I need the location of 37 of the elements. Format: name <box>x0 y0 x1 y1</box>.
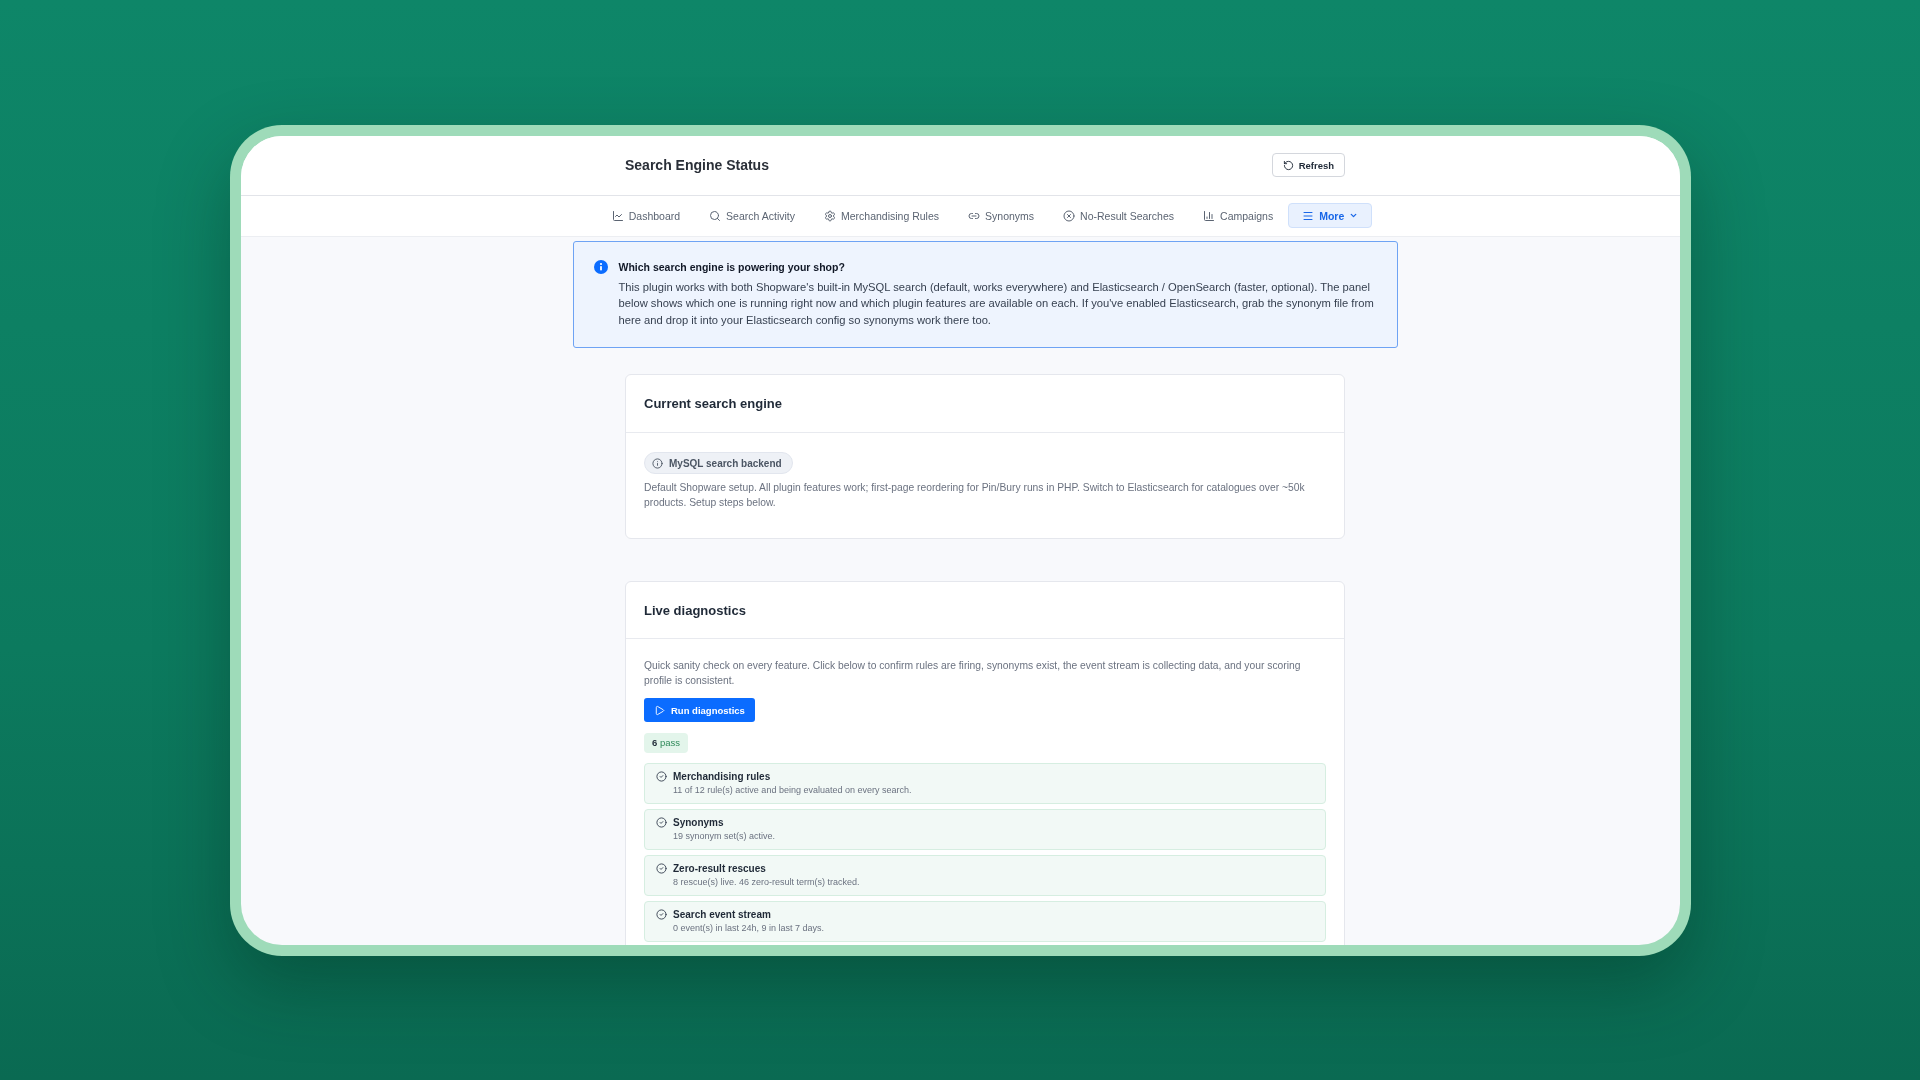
check-title: Zero-result rescues <box>673 862 767 875</box>
banner-title: Which search engine is powering your shop? <box>618 259 846 275</box>
info-circle-icon <box>652 457 663 469</box>
page-title: Search Engine Status <box>625 157 769 173</box>
search-icon <box>709 209 722 222</box>
check-title: Merchandising rules <box>673 770 772 783</box>
more-menu-tab[interactable]: More <box>1288 203 1373 228</box>
card-title: Current search engine <box>644 396 782 411</box>
banner-text: This plugin works with both Shopware's built-in MySQL search (default, works everywhere) and Elasticsearch / OpenSearch (faster, optional). The panel below shows which one is running right now and which plugin features are available on each. If you've enabled Elasticsearch, grab the synonym file from here and drop it into your Elasticsearch config so synonyms work there too. <box>618 279 1375 328</box>
menu-icon <box>1302 209 1315 222</box>
chevron-down-icon <box>1349 211 1359 220</box>
info-icon <box>593 259 608 274</box>
nav-tab[interactable]: Merchandising Rules <box>810 203 954 228</box>
circle-x-icon <box>1063 209 1076 222</box>
diagnostics-description: Quick sanity check on every feature. Click below to confirm rules are firing, synonyms exist, the event stream is collecting data, and your scoring profile is consistent. <box>644 659 1302 688</box>
nav-tab[interactable]: No-Result Searches <box>1049 203 1189 228</box>
bar-chart-icon <box>1203 209 1216 222</box>
check-detail: 19 synonym set(s) active. <box>673 830 776 843</box>
refresh-icon <box>1282 159 1294 171</box>
check-detail: 11 of 12 rule(s) active and being evaluated on every search. <box>673 784 912 797</box>
nav-tab[interactable]: Synonyms <box>954 203 1049 228</box>
line-chart-icon <box>611 209 624 222</box>
check-title: Synonyms <box>673 816 725 829</box>
engine-badge-label: MySQL search backend <box>669 457 782 469</box>
card-title: Live diagnostics <box>644 602 746 618</box>
nav-tab[interactable]: Search Activity <box>695 203 809 228</box>
nav-tab[interactable]: Dashboard <box>597 203 695 228</box>
check-title: Search event stream <box>673 908 772 921</box>
pass-count-badge: 6 pass <box>644 733 688 753</box>
run-diagnostics-button[interactable]: Run diagnostics <box>644 698 755 722</box>
gear-icon <box>824 209 836 222</box>
check-detail: 8 rescue(s) live. 46 zero-result term(s) tracked. <box>673 876 860 889</box>
nav-tab[interactable]: Campaigns <box>1189 203 1288 228</box>
engine-description: Default Shopware setup. All plugin features work; first-page reordering for Pin/Bury runs in PHP. Switch to Elasticsearch for catalogues over ~50k products. Setup steps below. <box>644 481 1306 510</box>
check-detail: 0 event(s) in last 24h, 9 in last 7 days. <box>673 922 825 935</box>
play-icon <box>654 704 665 716</box>
refresh-button[interactable]: Refresh <box>1271 153 1345 177</box>
